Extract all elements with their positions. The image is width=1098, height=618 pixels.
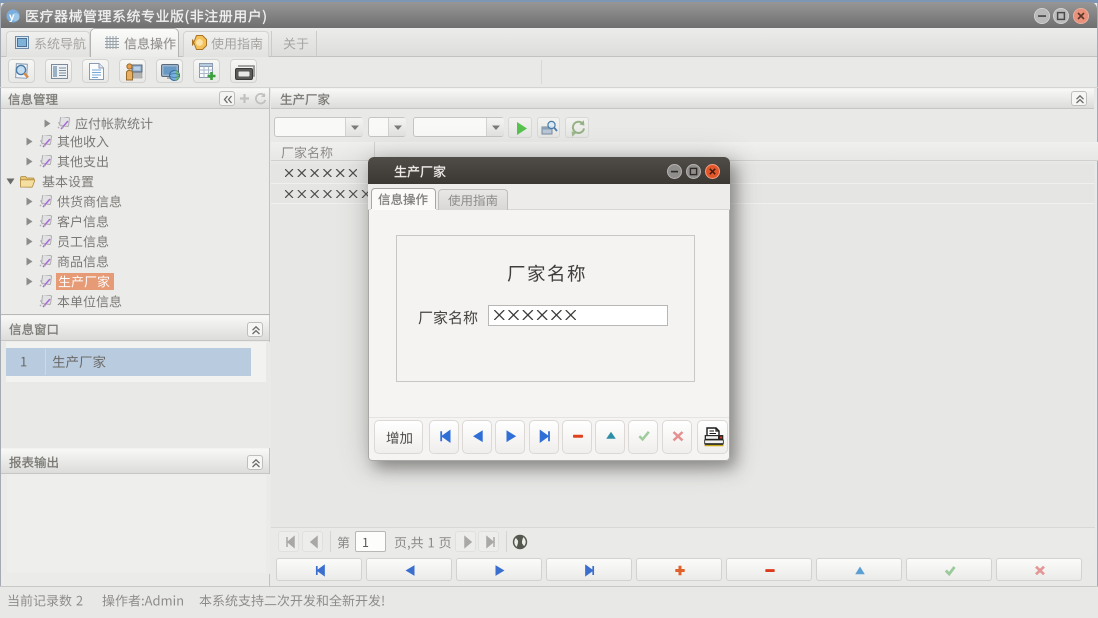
svg-text:y: y: [9, 12, 15, 23]
